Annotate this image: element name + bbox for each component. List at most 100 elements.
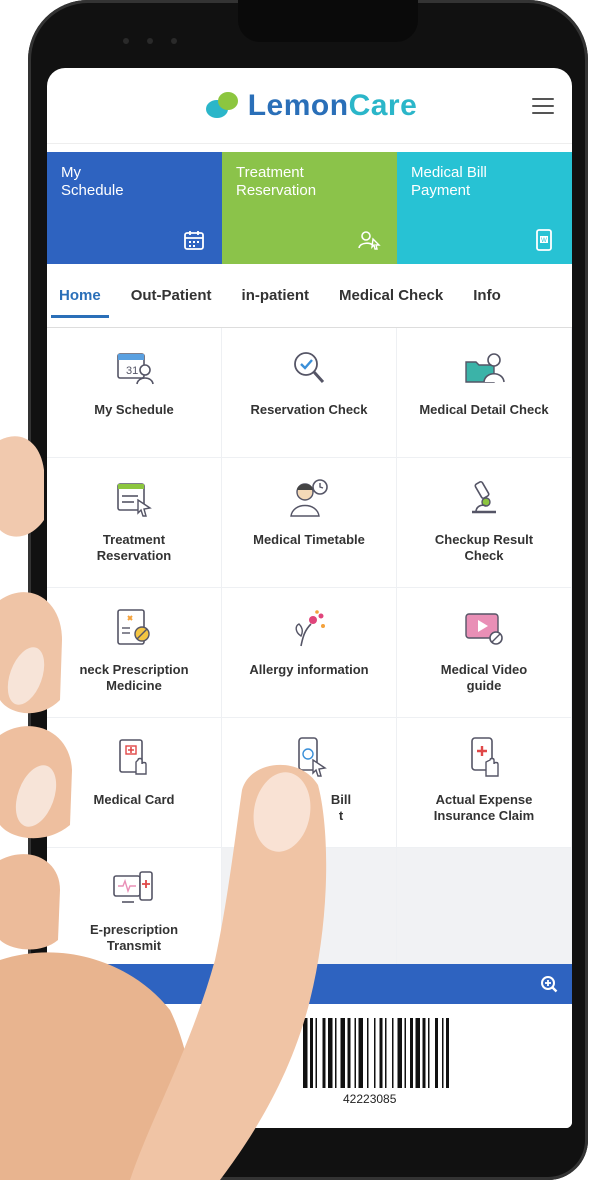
banner-label-line2: Payment [411, 182, 471, 199]
barcode-bar [446, 1018, 449, 1088]
banner-label-line1: Medical Bill [411, 164, 487, 181]
menu-medical-detail-check[interactable]: Medical Detail Check [397, 328, 572, 458]
menu-label: My Schedule [94, 402, 174, 417]
banner-medical-bill-payment[interactable]: Medical Bill Payment W [397, 152, 572, 264]
microscope-icon [472, 481, 496, 514]
barcode-bar [374, 1018, 376, 1088]
barcode-bar [328, 1018, 333, 1088]
barcode-number: 42223085 [343, 1092, 397, 1106]
barcode-panel: 42223085 [47, 1004, 572, 1128]
barcode-bar [428, 1018, 430, 1088]
barcode-bar [340, 1018, 345, 1088]
menu-label: E-prescription Transmit [89, 922, 179, 953]
phone-cross-icon [471, 737, 499, 777]
allergy-flower-icon [295, 610, 325, 647]
patient-barcode[interactable] [303, 1018, 483, 1088]
grid-empty-slot [222, 848, 397, 978]
menu-label: Allergy information [249, 662, 369, 677]
barcode-bar [335, 1018, 337, 1088]
grid-empty-slot [397, 848, 572, 978]
barcode-bar [367, 1018, 369, 1088]
tab-medical-check[interactable]: Medical Check [337, 267, 445, 324]
tab-info[interactable]: Info [471, 267, 503, 324]
logo-text: LemonCare [247, 88, 418, 122]
calendar-icon [184, 231, 204, 250]
app-screen: LemonCare My Schedule Treatment Reservat… [47, 68, 572, 1128]
menu-medical-card[interactable]: Medical Card [47, 718, 222, 848]
barcode-bar [415, 1018, 420, 1088]
barcode-bar [410, 1018, 413, 1088]
menu-label: Treatment Reservation [96, 532, 172, 563]
video-icon [465, 613, 503, 645]
menu-label: Medical Video guide [440, 662, 528, 693]
menu-label: Medical Timetable [253, 532, 365, 547]
menu-medical-video-guide[interactable]: Medical Video guide [397, 588, 572, 718]
person-pointer-icon [358, 231, 381, 250]
folder-person-icon [465, 353, 505, 383]
barcode-bar [347, 1018, 351, 1088]
barcode-bar [379, 1018, 383, 1088]
tab-home[interactable]: Home [51, 267, 109, 324]
hamburger-menu-icon[interactable] [532, 98, 554, 114]
banner-my-schedule[interactable]: My Schedule [47, 152, 222, 264]
logo-mark-icon [202, 88, 242, 124]
menu-checkup-result-check[interactable]: Checkup Result Check [397, 458, 572, 588]
barcode-bar [397, 1018, 402, 1088]
arrow-left-icon[interactable] [61, 979, 68, 989]
phone-notch [238, 0, 418, 42]
menu-label: Checkup Result Check [434, 532, 534, 563]
menu-label: Reservation Check [250, 402, 368, 417]
menu-grid: 31 My Schedule Reservation Check Medical… [47, 328, 572, 978]
zoom-in-icon[interactable] [540, 975, 558, 993]
banner-label-line1: My [61, 164, 81, 181]
medical-card-icon [119, 739, 147, 775]
banner-treatment-reservation[interactable]: Treatment Reservation [222, 152, 397, 264]
calendar-cursor-icon [117, 483, 152, 517]
lemoncare-logo[interactable]: LemonCare [202, 88, 418, 124]
menu-check-prescription-medicine[interactable]: neck Prescription Medicine [47, 588, 222, 718]
app-header: LemonCare [47, 68, 572, 144]
phone-payment-icon: W [536, 229, 552, 251]
prescription-icon [117, 609, 150, 645]
menu-reservation-check[interactable]: Reservation Check [222, 328, 397, 458]
barcode-bar [303, 1018, 308, 1088]
barcode-bar [422, 1018, 426, 1088]
banner-label-line2: Schedule [61, 182, 124, 199]
barcode-bar [310, 1018, 313, 1088]
banner-label-line1: Treatment [236, 164, 304, 181]
main-tabs: Home Out-Patient in-patient Medical Chec… [47, 264, 572, 328]
patient-card-bar [47, 964, 572, 1004]
menu-e-prescription-transmit[interactable]: E-prescription Transmit [47, 848, 222, 978]
phone-sensors [123, 38, 177, 44]
barcode-bar [358, 1018, 363, 1088]
monitor-transmit-icon [113, 871, 153, 903]
barcode-bar [404, 1018, 406, 1088]
banner-label-line2: Reservation [236, 182, 317, 199]
svg-text:31: 31 [126, 365, 138, 377]
phone-bill-icon [298, 737, 327, 777]
menu-medical-timetable[interactable]: Medical Timetable [222, 458, 397, 588]
barcode-bar [442, 1018, 444, 1088]
menu-label: Medical Card [93, 792, 175, 807]
calendar-person-icon: 31 [117, 353, 154, 385]
menu-treatment-reservation[interactable]: Treatment Reservation [47, 458, 222, 588]
svg-text:W: W [541, 238, 547, 244]
menu-label: Bill t [330, 792, 352, 823]
menu-allergy-information[interactable]: Allergy information [222, 588, 397, 718]
menu-label: neck Prescription Medicine [79, 662, 189, 693]
barcode-bar [354, 1018, 356, 1088]
barcode-bar [435, 1018, 438, 1088]
barcode-bar [315, 1018, 317, 1088]
tab-in-patient[interactable]: in-patient [240, 267, 312, 324]
menu-my-schedule[interactable]: 31 My Schedule [47, 328, 222, 458]
tab-out-patient[interactable]: Out-Patient [129, 267, 214, 324]
quick-banner: My Schedule Treatment Reservation Medica… [47, 152, 572, 264]
barcode-bar [385, 1018, 387, 1088]
menu-label: Medical Detail Check [419, 402, 549, 417]
menu-actual-expense-insurance-claim[interactable]: Actual Expense Insurance Claim [397, 718, 572, 848]
barcode-bar [392, 1018, 394, 1088]
search-check-icon [294, 352, 325, 384]
barcode-bar [322, 1018, 326, 1088]
menu-label: Actual Expense Insurance Claim [433, 792, 535, 823]
menu-medical-bill-payment[interactable]: Bill t [222, 718, 397, 848]
